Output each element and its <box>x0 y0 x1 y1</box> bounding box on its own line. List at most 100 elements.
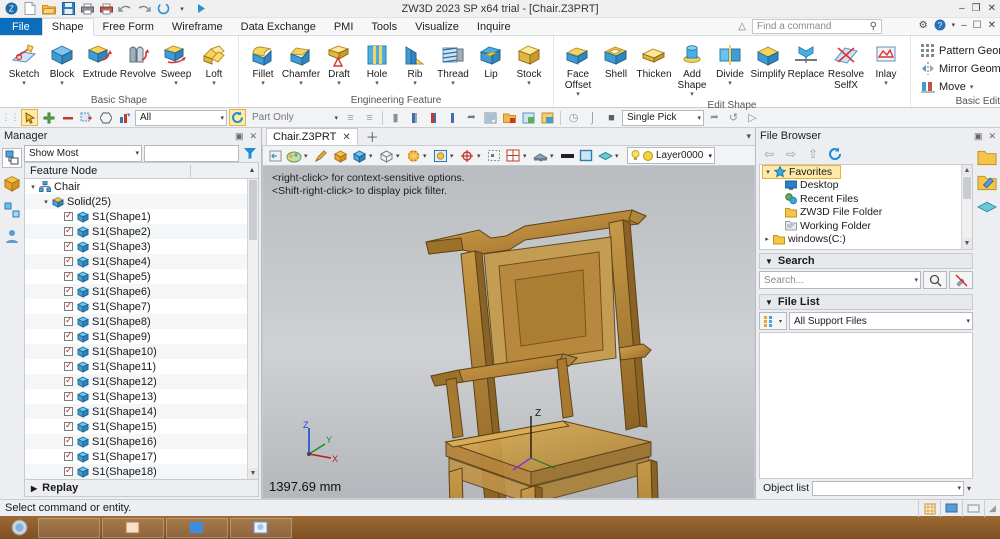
resolve-selfx-button[interactable]: Resolve SelfX <box>825 40 867 91</box>
scroll-down-icon[interactable]: ▼ <box>248 468 258 479</box>
paint-icon[interactable] <box>312 147 330 165</box>
feature-tree[interactable]: ▾Chair▾Solid(25)S1(Shape1)S1(Shape2)S1(S… <box>24 178 259 480</box>
magnifier-icon[interactable] <box>923 271 947 289</box>
replace-button[interactable]: Replace <box>787 40 825 80</box>
object-list-combo[interactable]: ▾ <box>812 481 964 496</box>
chevron-down-icon[interactable]: ▾ <box>550 152 557 160</box>
minimize-button[interactable]: – <box>959 3 965 14</box>
back-icon[interactable]: ⇦ <box>759 145 779 163</box>
taskbar-item[interactable] <box>166 518 228 538</box>
snap-status-icon[interactable] <box>962 500 984 517</box>
open-file-icon[interactable] <box>41 1 57 16</box>
scrollbar-track[interactable] <box>248 241 258 468</box>
filter-icon[interactable] <box>241 145 259 162</box>
chevron-down-icon[interactable]: ▾ <box>369 152 376 160</box>
divide-button[interactable]: Divide ▾ <box>711 40 749 88</box>
app-logo-icon[interactable]: Z <box>3 1 19 16</box>
scrollbar-track[interactable] <box>962 200 972 238</box>
thread-button[interactable]: Thread ▾ <box>434 40 472 88</box>
chevron-down-icon[interactable]: ▾ <box>523 152 530 160</box>
feature-visibility-checkbox[interactable] <box>64 362 73 371</box>
tab-file[interactable]: File <box>0 18 42 35</box>
manager-float-button[interactable]: ▣ <box>235 131 244 142</box>
add-shape-button[interactable]: Add Shape ▾ <box>673 40 711 99</box>
feature-tree-item[interactable]: S1(Shape11) <box>25 359 247 374</box>
feature-visibility-checkbox[interactable] <box>64 212 73 221</box>
clear-search-icon[interactable] <box>949 271 973 289</box>
tree-expander-icon[interactable]: ▾ <box>41 198 51 206</box>
curve-filter-icon[interactable] <box>425 109 442 126</box>
tree-expander-icon[interactable]: ▾ <box>763 168 773 176</box>
lip-button[interactable]: Lip <box>472 40 510 80</box>
feature-tree-item[interactable]: S1(Shape5) <box>25 269 247 284</box>
face-offset-button[interactable]: Face Offset ▾ <box>559 40 597 99</box>
feature-visibility-checkbox[interactable] <box>64 392 73 401</box>
start-button[interactable] <box>2 518 36 538</box>
feature-visibility-checkbox[interactable] <box>64 452 73 461</box>
file-browser-item[interactable]: ▸windows(C:) <box>762 233 961 247</box>
manager-search-input[interactable] <box>144 145 239 162</box>
file-browser-item[interactable]: Recent Files <box>774 192 961 206</box>
print-icon[interactable] <box>79 1 95 16</box>
print-preview-icon[interactable] <box>98 1 114 16</box>
feature-tree-item[interactable]: S1(Shape8) <box>25 314 247 329</box>
chevron-down-icon[interactable]: ▾ <box>423 152 430 160</box>
manager-close-button[interactable]: ✕ <box>249 131 257 142</box>
sketch-button[interactable]: Sketch ▾ <box>5 40 43 88</box>
tab-tools[interactable]: Tools <box>362 18 406 35</box>
feature-tree-item[interactable]: S1(Shape7) <box>25 299 247 314</box>
assembly-manager-icon[interactable] <box>2 200 22 220</box>
chevron-down-icon[interactable]: ▾ <box>615 152 622 160</box>
chevron-down-icon[interactable]: ▾ <box>963 317 970 325</box>
refresh-icon[interactable] <box>229 109 246 126</box>
file-browser-tree[interactable]: ▾FavoritesDesktopRecent FilesZW3D File F… <box>759 164 973 250</box>
chevron-down-icon[interactable]: ▾ <box>911 276 918 284</box>
new-file-icon[interactable] <box>22 1 38 16</box>
shell-button[interactable]: Shell <box>597 40 635 80</box>
chevron-down-icon[interactable]: ▾ <box>304 152 311 160</box>
chevron-down-icon[interactable]: ▾ <box>331 114 338 122</box>
scroll-up-icon[interactable]: ▲ <box>962 165 972 176</box>
help-caret-icon[interactable]: ▾ <box>952 21 956 29</box>
select-shape-icon[interactable] <box>97 109 114 126</box>
new-tab-button[interactable]: ＋ <box>358 128 387 145</box>
back-view-icon[interactable] <box>266 147 284 165</box>
chevron-down-icon[interactable]: ▾ <box>217 114 224 122</box>
display-status-icon[interactable] <box>940 500 962 517</box>
feature-tree-item[interactable]: S1(Shape17) <box>25 449 247 464</box>
thread-caret-icon[interactable]: ▾ <box>451 80 455 88</box>
refresh-icon[interactable] <box>825 145 845 163</box>
close-icon[interactable]: ✕ <box>342 132 350 143</box>
section-icon[interactable] <box>485 147 503 165</box>
chevron-down-icon[interactable]: ▾ <box>132 149 139 157</box>
tab-shape[interactable]: Shape <box>42 18 94 36</box>
history-manager-icon[interactable] <box>2 148 22 168</box>
origin-icon[interactable] <box>458 147 476 165</box>
draft-button[interactable]: Draft ▾ <box>320 40 358 88</box>
tab-visualize[interactable]: Visualize <box>406 18 468 35</box>
select-color-icon[interactable] <box>116 109 133 126</box>
inlay-button[interactable]: Inlay ▾ <box>867 40 905 88</box>
chamfer-button[interactable]: Chamfer ▾ <box>282 40 320 88</box>
divide-caret-icon[interactable]: ▾ <box>728 80 732 88</box>
fillet-caret-icon[interactable]: ▾ <box>261 80 265 88</box>
feature-visibility-checkbox[interactable] <box>64 317 73 326</box>
perspective-icon[interactable] <box>531 147 549 165</box>
search-icon[interactable]: ⚲ <box>870 21 877 32</box>
feature-tree-item[interactable]: S1(Shape10) <box>25 344 247 359</box>
taskbar-item[interactable] <box>230 518 292 538</box>
scope-filter-combo[interactable]: Part Only ▾ <box>248 110 340 126</box>
shape-rail-icon[interactable] <box>977 197 997 217</box>
feature-tree-item[interactable]: S1(Shape12) <box>25 374 247 389</box>
feature-tree-item[interactable]: ▾Solid(25) <box>25 194 247 209</box>
sweep-button[interactable]: Sweep ▾ <box>157 40 195 88</box>
feature-tree-item[interactable]: S1(Shape2) <box>25 224 247 239</box>
mirror-geometry-button[interactable]: Mirror Geometry ▾ <box>916 60 1000 77</box>
tree-expander-icon[interactable]: ▾ <box>28 183 38 191</box>
feature-visibility-checkbox[interactable] <box>64 227 73 236</box>
feature-visibility-checkbox[interactable] <box>64 407 73 416</box>
face-offset-caret-icon[interactable]: ▾ <box>576 91 580 99</box>
feature-tree-item[interactable]: S1(Shape9) <box>25 329 247 344</box>
list-view-icon[interactable]: ▾ <box>759 312 787 330</box>
sketch-caret-icon[interactable]: ▾ <box>22 80 26 88</box>
